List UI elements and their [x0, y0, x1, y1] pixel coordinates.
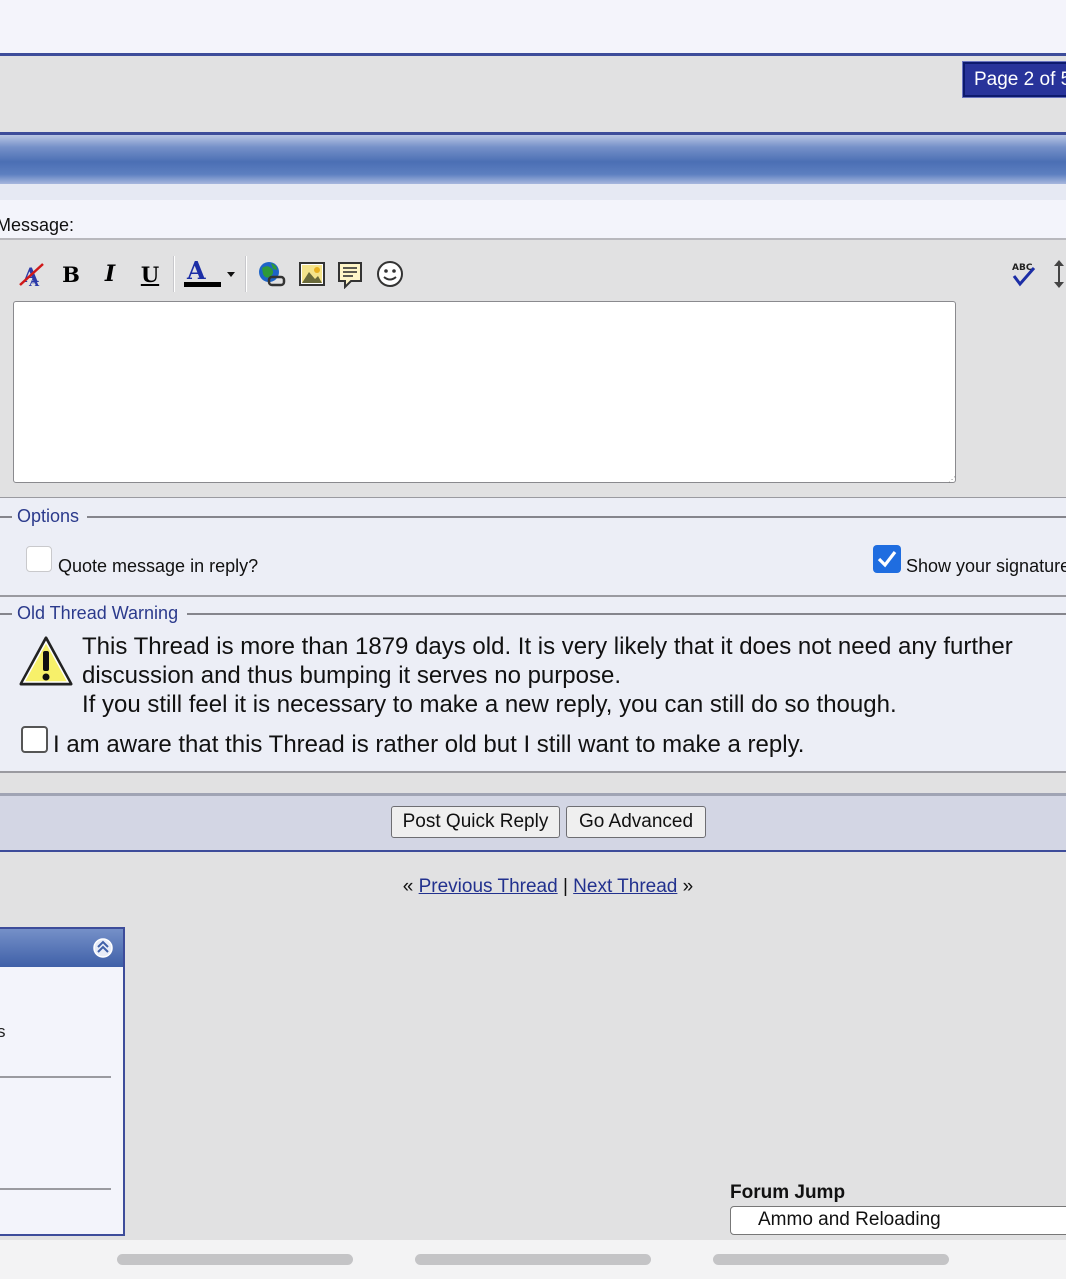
underline-icon[interactable]: U: [134, 258, 166, 290]
textarea-resize-handle[interactable]: ⋰: [948, 475, 956, 484]
message-textarea[interactable]: [13, 301, 956, 483]
side-panel-divider: [0, 1188, 111, 1190]
toolbar-separator: [173, 256, 175, 292]
side-panel-divider: [0, 1076, 111, 1078]
options-legend: Options: [17, 506, 80, 526]
checkmark-icon: [877, 551, 897, 568]
options-section: [0, 498, 1066, 595]
bold-icon[interactable]: B: [55, 258, 87, 290]
smilies-icon[interactable]: [374, 258, 406, 290]
options-legend-line-right: [87, 516, 1066, 518]
quote-message-label[interactable]: Quote message in reply?: [58, 556, 258, 577]
resize-icon[interactable]: [1052, 258, 1066, 290]
message-label-row: [0, 200, 1066, 239]
post-quick-reply-button[interactable]: Post Quick Reply: [391, 806, 560, 838]
scroll-indicator[interactable]: [713, 1254, 949, 1265]
warning-line-1: This Thread is more than 1879 days old. …: [82, 633, 1013, 660]
old-thread-ack-checkbox[interactable]: [21, 726, 48, 753]
scroll-indicator[interactable]: [415, 1254, 651, 1265]
collapse-icon[interactable]: [92, 937, 114, 964]
options-legend-line-left: [0, 516, 12, 518]
show-signature-label[interactable]: Show your signature: [906, 556, 1066, 577]
thread-navigation: « Previous Thread | Next Thread »: [0, 876, 1066, 898]
warning-line-2: discussion and thus bumping it serves no…: [82, 662, 621, 689]
previous-thread-link[interactable]: Previous Thread: [419, 876, 558, 897]
wrap-quote-icon[interactable]: [334, 258, 366, 290]
submit-bar-divider: [0, 850, 1066, 852]
pagination-bar: [0, 56, 1066, 133]
side-panel-partial-text: s: [0, 1022, 6, 1041]
warning-icon: [18, 634, 74, 695]
top-blank-area: [0, 0, 1066, 54]
warning-bottom-border: [0, 771, 1066, 773]
header-spacer: [0, 184, 1066, 200]
toolbar-separator: [245, 256, 247, 292]
nav-separator: |: [562, 876, 568, 897]
nav-left-quote: «: [402, 876, 414, 897]
next-thread-link[interactable]: Next Thread: [573, 876, 677, 897]
svg-text:A: A: [186, 257, 206, 285]
scroll-indicator[interactable]: [117, 1254, 353, 1265]
warning-legend: Old Thread Warning: [17, 603, 179, 623]
side-panel: [0, 927, 125, 1236]
forum-jump-label: Forum Jump: [730, 1182, 846, 1203]
quick-reply-header: [0, 135, 1066, 184]
page-indicator[interactable]: Page 2 of 5: [962, 61, 1066, 98]
warning-legend-line-right: [187, 613, 1066, 615]
message-label: Message:: [0, 215, 75, 235]
remove-format-icon[interactable]: A A: [15, 258, 47, 290]
spell-check-icon[interactable]: ABC: [1008, 258, 1040, 290]
quote-message-checkbox[interactable]: [26, 546, 52, 572]
insert-image-icon[interactable]: [296, 258, 328, 290]
insert-link-icon[interactable]: [255, 258, 287, 290]
old-thread-ack-label[interactable]: I am aware that this Thread is rather ol…: [53, 730, 804, 759]
warning-line-3: If you still feel it is necessary to mak…: [82, 691, 897, 718]
forum-jump-select[interactable]: Ammo and Reloading: [730, 1206, 1066, 1235]
font-color-icon[interactable]: A: [180, 257, 240, 290]
warning-legend-line-left: [0, 613, 12, 615]
nav-right-quote: »: [682, 876, 694, 897]
go-advanced-button[interactable]: Go Advanced: [566, 806, 706, 838]
italic-icon[interactable]: I: [94, 258, 126, 290]
show-signature-checkbox[interactable]: [873, 545, 901, 573]
